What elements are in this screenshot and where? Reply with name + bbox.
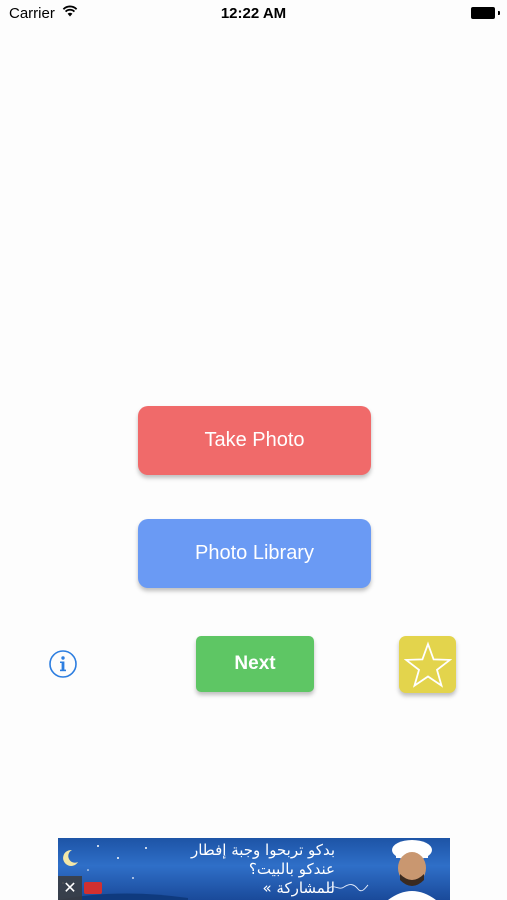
photo-library-button[interactable]: Photo Library: [138, 519, 371, 588]
battery-icon: [471, 7, 500, 19]
ad-banner[interactable]: بدكو تربحوا وجبة إفطار عندكو بالبيت؟ للم…: [58, 838, 450, 900]
status-bar: Carrier 12:22 AM: [0, 0, 507, 28]
chef-image: [388, 840, 436, 900]
favorite-button[interactable]: [399, 636, 456, 693]
next-button[interactable]: Next: [196, 636, 314, 692]
info-icon[interactable]: [48, 649, 78, 679]
close-ad-button[interactable]: ✕: [58, 876, 82, 900]
ad-text: بدكو تربحوا وجبة إفطار عندكو بالبيت؟ للم…: [190, 841, 335, 897]
ad-signature: [326, 881, 370, 896]
star-icon: [403, 640, 452, 688]
status-time: 12:22 AM: [220, 5, 287, 22]
take-photo-button[interactable]: Take Photo: [138, 406, 371, 475]
